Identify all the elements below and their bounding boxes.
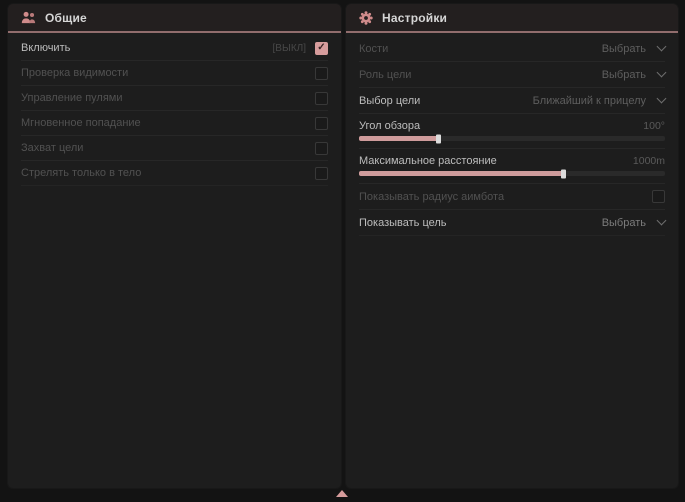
row-bullet-control[interactable]: Управление пулями: [21, 86, 328, 111]
chevron-down-icon: [657, 42, 667, 52]
row-label: Захват цели: [21, 142, 83, 154]
row-label: Управление пулями: [21, 92, 123, 104]
dropdown-value: Выбрать: [602, 69, 646, 81]
target-role-dropdown[interactable]: Выбрать: [602, 69, 665, 81]
slider-knob[interactable]: [561, 169, 566, 178]
slider-value: 100°: [643, 120, 665, 132]
panel-general-header[interactable]: Общие: [8, 4, 341, 33]
row-target-lock[interactable]: Захват цели: [21, 136, 328, 161]
row-visibility-check[interactable]: Проверка видимости: [21, 61, 328, 86]
row-max-distance: Максимальное расстояние 1000m: [359, 149, 665, 184]
panel-settings-header[interactable]: Настройки: [346, 4, 678, 33]
bones-dropdown[interactable]: Выбрать: [602, 43, 665, 55]
fov-slider[interactable]: [359, 136, 665, 141]
panel-general: Общие Включить [ВЫКЛ] ✓ Проверка видимос…: [8, 4, 341, 488]
show-target-dropdown[interactable]: Выбрать: [602, 217, 665, 229]
row-bones[interactable]: Кости Выбрать: [359, 36, 665, 62]
bullet-control-checkbox[interactable]: [315, 92, 328, 105]
dropdown-value: Ближайший к прицелу: [533, 95, 646, 107]
panel-title: Настройки: [382, 11, 447, 25]
chevron-down-icon: [657, 94, 667, 104]
row-label: Мгновенное попадание: [21, 117, 141, 129]
target-selection-dropdown[interactable]: Ближайший к прицелу: [533, 95, 665, 107]
row-label: Стрелять только в тело: [21, 167, 141, 179]
show-aimbot-radius-checkbox[interactable]: [652, 190, 665, 203]
panel-settings: Настройки Кости Выбрать Роль цели Выбрат…: [346, 4, 678, 488]
slider-fill: [359, 171, 564, 176]
row-body-only[interactable]: Стрелять только в тело: [21, 161, 328, 186]
row-label: Показывать цель: [359, 217, 447, 229]
row-label: Угол обзора: [359, 120, 420, 132]
row-label: Проверка видимости: [21, 67, 128, 79]
general-rows: Включить [ВЫКЛ] ✓ Проверка видимости Упр…: [8, 33, 341, 186]
dropdown-value: Выбрать: [602, 43, 646, 55]
row-label: Включить: [21, 42, 70, 54]
gear-icon: [359, 11, 373, 25]
row-label: Максимальное расстояние: [359, 155, 497, 167]
target-lock-checkbox[interactable]: [315, 142, 328, 155]
row-target-role[interactable]: Роль цели Выбрать: [359, 62, 665, 88]
slider-value: 1000m: [633, 155, 665, 167]
slider-knob[interactable]: [436, 134, 441, 143]
slider-fill: [359, 136, 439, 141]
people-icon: [21, 11, 36, 24]
enable-checkbox[interactable]: ✓: [315, 42, 328, 55]
chevron-down-icon: [657, 216, 667, 226]
check-icon: ✓: [317, 43, 325, 53]
row-label: Кости: [359, 43, 388, 55]
body-only-checkbox[interactable]: [315, 167, 328, 180]
instant-hit-checkbox[interactable]: [315, 117, 328, 130]
row-instant-hit[interactable]: Мгновенное попадание: [21, 111, 328, 136]
row-label: Показывать радиус аимбота: [359, 191, 504, 203]
panel-title: Общие: [45, 11, 87, 25]
dropdown-value: Выбрать: [602, 217, 646, 229]
keybind-hint: [ВЫКЛ]: [273, 43, 306, 54]
row-show-target[interactable]: Показывать цель Выбрать: [359, 210, 665, 236]
row-show-aimbot-radius[interactable]: Показывать радиус аимбота: [359, 184, 665, 210]
row-target-selection[interactable]: Выбор цели Ближайший к прицелу: [359, 88, 665, 114]
settings-rows: Кости Выбрать Роль цели Выбрать Выбор це…: [346, 33, 678, 236]
row-label: Выбор цели: [359, 95, 420, 107]
row-fov: Угол обзора 100°: [359, 114, 665, 149]
cursor-triangle-icon: [336, 490, 348, 497]
max-distance-slider[interactable]: [359, 171, 665, 176]
visibility-check-checkbox[interactable]: [315, 67, 328, 80]
row-enable[interactable]: Включить [ВЫКЛ] ✓: [21, 36, 328, 61]
chevron-down-icon: [657, 68, 667, 78]
row-label: Роль цели: [359, 69, 411, 81]
